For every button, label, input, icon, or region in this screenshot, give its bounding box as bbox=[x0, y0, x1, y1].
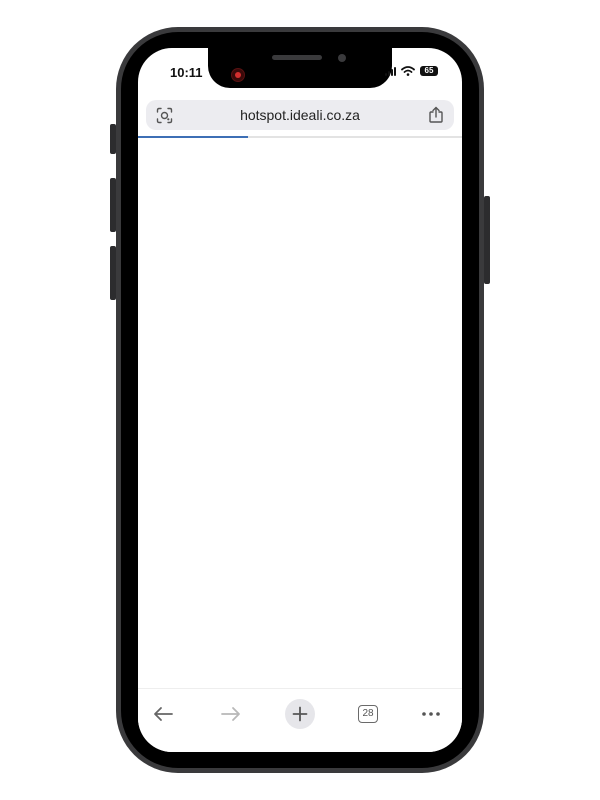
plus-icon bbox=[292, 706, 308, 722]
back-arrow-icon bbox=[154, 707, 173, 721]
power-button bbox=[484, 196, 490, 284]
new-tab-button[interactable] bbox=[283, 697, 317, 731]
tabs-icon: 28 bbox=[358, 705, 378, 723]
url-text[interactable]: hotspot.ideali.co.za bbox=[146, 107, 454, 123]
phone-screen: 10:11 65 hotspot.ideali.co.za 28 bbox=[138, 48, 462, 752]
tab-switcher-button[interactable]: 28 bbox=[351, 697, 385, 731]
web-content-area[interactable] bbox=[138, 138, 462, 688]
more-icon bbox=[422, 712, 440, 716]
forward-arrow-icon bbox=[221, 707, 240, 721]
status-time: 10:11 bbox=[170, 65, 203, 80]
battery-icon: 65 bbox=[420, 66, 438, 76]
status-icons: 65 bbox=[385, 66, 438, 76]
forward-button[interactable] bbox=[214, 697, 248, 731]
speaker-grille bbox=[272, 55, 322, 60]
front-camera bbox=[338, 54, 346, 62]
silent-switch bbox=[110, 124, 116, 154]
bottom-toolbar: 28 bbox=[138, 688, 462, 752]
wifi-icon bbox=[401, 66, 415, 76]
more-menu-button[interactable] bbox=[414, 697, 448, 731]
cellular-signal-icon bbox=[385, 66, 396, 76]
address-bar[interactable]: hotspot.ideali.co.za bbox=[146, 100, 454, 130]
back-button[interactable] bbox=[146, 697, 180, 731]
volume-up-button bbox=[110, 178, 116, 232]
share-icon[interactable] bbox=[428, 106, 444, 124]
recording-indicator-icon bbox=[231, 68, 245, 82]
volume-down-button bbox=[110, 246, 116, 300]
new-tab-circle bbox=[285, 699, 315, 729]
